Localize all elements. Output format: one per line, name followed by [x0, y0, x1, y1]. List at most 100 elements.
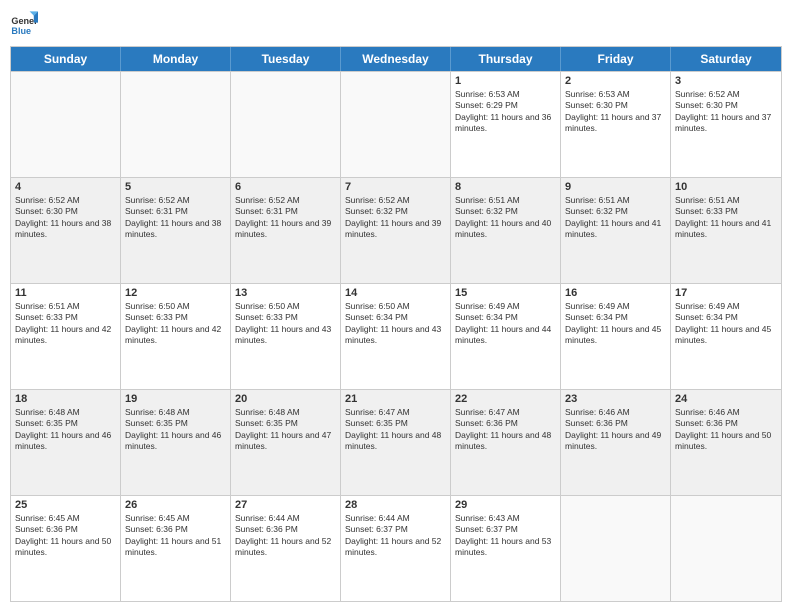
calendar-cell: 2 Sunrise: 6:53 AM Sunset: 6:30 PM Daylig… — [561, 72, 671, 177]
cell-info: Sunrise: 6:50 AM Sunset: 6:33 PM Dayligh… — [235, 301, 336, 347]
calendar-cell: 10 Sunrise: 6:51 AM Sunset: 6:33 PM Dayli… — [671, 178, 781, 283]
day-header-thursday: Thursday — [451, 47, 561, 71]
svg-text:Blue: Blue — [11, 26, 31, 36]
calendar-cell: 6Sunrise: 6:52 AM Sunset: 6:31 PM Daylig… — [231, 178, 341, 283]
calendar-cell: 11 Sunrise: 6:51 AM Sunset: 6:33 PM Dayli… — [11, 284, 121, 389]
calendar-cell: 27 Sunrise: 6:44 AM Sunset: 6:36 PM Dayli… — [231, 496, 341, 601]
cell-info: Sunrise: 6:43 AM Sunset: 6:37 PM Dayligh… — [455, 513, 556, 559]
day-number: 11 — [15, 287, 116, 299]
logo-icon: General Blue — [10, 10, 38, 38]
cell-info: Sunrise: 6:52 AM Sunset: 6:30 PM Dayligh… — [15, 195, 116, 241]
day-header-monday: Monday — [121, 47, 231, 71]
day-number: 29 — [455, 499, 556, 511]
header: General Blue — [10, 10, 782, 38]
cell-info: Sunrise: 6:52 AM Sunset: 6:32 PM Dayligh… — [345, 195, 446, 241]
calendar-cell: 15Sunrise: 6:49 AM Sunset: 6:34 PM Dayli… — [451, 284, 561, 389]
calendar-cell: 22 Sunrise: 6:47 AM Sunset: 6:36 PM Dayli… — [451, 390, 561, 495]
day-number: 7 — [345, 181, 446, 193]
day-number: 20 — [235, 393, 336, 405]
calendar-cell: 9Sunrise: 6:51 AM Sunset: 6:32 PM Daylig… — [561, 178, 671, 283]
cell-info: Sunrise: 6:44 AM Sunset: 6:36 PM Dayligh… — [235, 513, 336, 559]
cell-info: Sunrise: 6:46 AM Sunset: 6:36 PM Dayligh… — [675, 407, 777, 453]
cell-info: Sunrise: 6:46 AM Sunset: 6:36 PM Dayligh… — [565, 407, 666, 453]
day-header-wednesday: Wednesday — [341, 47, 451, 71]
cell-info: Sunrise: 6:51 AM Sunset: 6:32 PM Dayligh… — [455, 195, 556, 241]
calendar-cell: 23 Sunrise: 6:46 AM Sunset: 6:36 PM Dayli… — [561, 390, 671, 495]
cell-info: Sunrise: 6:53 AM Sunset: 6:29 PM Dayligh… — [455, 89, 556, 135]
calendar-header: SundayMondayTuesdayWednesdayThursdayFrid… — [11, 47, 781, 71]
cell-info: Sunrise: 6:51 AM Sunset: 6:33 PM Dayligh… — [675, 195, 777, 241]
calendar-cell: 8 Sunrise: 6:51 AM Sunset: 6:32 PM Daylig… — [451, 178, 561, 283]
day-number: 22 — [455, 393, 556, 405]
cell-info: Sunrise: 6:48 AM Sunset: 6:35 PM Dayligh… — [235, 407, 336, 453]
calendar-cell: 28 Sunrise: 6:44 AM Sunset: 6:37 PM Dayli… — [341, 496, 451, 601]
cell-info: Sunrise: 6:45 AM Sunset: 6:36 PM Dayligh… — [125, 513, 226, 559]
cell-info: Sunrise: 6:44 AM Sunset: 6:37 PM Dayligh… — [345, 513, 446, 559]
cell-info: Sunrise: 6:52 AM Sunset: 6:30 PM Dayligh… — [675, 89, 777, 135]
calendar-week-3: 11 Sunrise: 6:51 AM Sunset: 6:33 PM Dayli… — [11, 283, 781, 389]
cell-info: Sunrise: 6:52 AM Sunset: 6:31 PM Dayligh… — [125, 195, 226, 241]
calendar-cell: 3 Sunrise: 6:52 AM Sunset: 6:30 PM Daylig… — [671, 72, 781, 177]
cell-info: Sunrise: 6:49 AM Sunset: 6:34 PM Dayligh… — [455, 301, 556, 347]
day-number: 8 — [455, 181, 556, 193]
logo: General Blue — [10, 10, 38, 38]
cell-info: Sunrise: 6:49 AM Sunset: 6:34 PM Dayligh… — [675, 301, 777, 347]
day-number: 26 — [125, 499, 226, 511]
day-header-friday: Friday — [561, 47, 671, 71]
cell-info: Sunrise: 6:48 AM Sunset: 6:35 PM Dayligh… — [125, 407, 226, 453]
day-header-saturday: Saturday — [671, 47, 781, 71]
day-number: 2 — [565, 75, 666, 87]
cell-info: Sunrise: 6:47 AM Sunset: 6:35 PM Dayligh… — [345, 407, 446, 453]
calendar-week-2: 4 Sunrise: 6:52 AM Sunset: 6:30 PM Daylig… — [11, 177, 781, 283]
cell-info: Sunrise: 6:53 AM Sunset: 6:30 PM Dayligh… — [565, 89, 666, 135]
day-number: 12 — [125, 287, 226, 299]
calendar-cell: 24 Sunrise: 6:46 AM Sunset: 6:36 PM Dayli… — [671, 390, 781, 495]
calendar-cell — [341, 72, 451, 177]
day-number: 5 — [125, 181, 226, 193]
calendar-cell: 4 Sunrise: 6:52 AM Sunset: 6:30 PM Daylig… — [11, 178, 121, 283]
cell-info: Sunrise: 6:50 AM Sunset: 6:34 PM Dayligh… — [345, 301, 446, 347]
day-number: 16 — [565, 287, 666, 299]
day-number: 27 — [235, 499, 336, 511]
cell-info: Sunrise: 6:49 AM Sunset: 6:34 PM Dayligh… — [565, 301, 666, 347]
cell-info: Sunrise: 6:50 AM Sunset: 6:33 PM Dayligh… — [125, 301, 226, 347]
calendar-body: 1 Sunrise: 6:53 AM Sunset: 6:29 PM Daylig… — [11, 71, 781, 601]
calendar-cell — [671, 496, 781, 601]
day-header-tuesday: Tuesday — [231, 47, 341, 71]
calendar-cell: 7 Sunrise: 6:52 AM Sunset: 6:32 PM Daylig… — [341, 178, 451, 283]
calendar-cell: 13Sunrise: 6:50 AM Sunset: 6:33 PM Dayli… — [231, 284, 341, 389]
day-number: 21 — [345, 393, 446, 405]
day-number: 6 — [235, 181, 336, 193]
day-number: 19 — [125, 393, 226, 405]
day-number: 17 — [675, 287, 777, 299]
page: General Blue SundayMondayTuesdayWednesda… — [0, 0, 792, 612]
cell-info: Sunrise: 6:45 AM Sunset: 6:36 PM Dayligh… — [15, 513, 116, 559]
calendar-week-1: 1 Sunrise: 6:53 AM Sunset: 6:29 PM Daylig… — [11, 71, 781, 177]
cell-info: Sunrise: 6:47 AM Sunset: 6:36 PM Dayligh… — [455, 407, 556, 453]
day-number: 9 — [565, 181, 666, 193]
calendar-cell: 20 Sunrise: 6:48 AM Sunset: 6:35 PM Dayli… — [231, 390, 341, 495]
calendar-cell: 19 Sunrise: 6:48 AM Sunset: 6:35 PM Dayli… — [121, 390, 231, 495]
day-number: 1 — [455, 75, 556, 87]
day-number: 24 — [675, 393, 777, 405]
calendar-cell — [121, 72, 231, 177]
calendar-cell: 21 Sunrise: 6:47 AM Sunset: 6:35 PM Dayli… — [341, 390, 451, 495]
cell-info: Sunrise: 6:51 AM Sunset: 6:33 PM Dayligh… — [15, 301, 116, 347]
day-number: 3 — [675, 75, 777, 87]
day-number: 10 — [675, 181, 777, 193]
day-number: 4 — [15, 181, 116, 193]
calendar: SundayMondayTuesdayWednesdayThursdayFrid… — [10, 46, 782, 602]
calendar-cell: 16 Sunrise: 6:49 AM Sunset: 6:34 PM Dayli… — [561, 284, 671, 389]
day-number: 28 — [345, 499, 446, 511]
calendar-cell — [231, 72, 341, 177]
calendar-cell: 25Sunrise: 6:45 AM Sunset: 6:36 PM Dayli… — [11, 496, 121, 601]
calendar-cell: 5 Sunrise: 6:52 AM Sunset: 6:31 PM Daylig… — [121, 178, 231, 283]
calendar-week-4: 18Sunrise: 6:48 AM Sunset: 6:35 PM Dayli… — [11, 389, 781, 495]
calendar-cell — [561, 496, 671, 601]
calendar-cell: 1 Sunrise: 6:53 AM Sunset: 6:29 PM Daylig… — [451, 72, 561, 177]
calendar-cell — [11, 72, 121, 177]
calendar-cell: 26 Sunrise: 6:45 AM Sunset: 6:36 PM Dayli… — [121, 496, 231, 601]
calendar-cell: 18Sunrise: 6:48 AM Sunset: 6:35 PM Dayli… — [11, 390, 121, 495]
day-header-sunday: Sunday — [11, 47, 121, 71]
day-number: 23 — [565, 393, 666, 405]
